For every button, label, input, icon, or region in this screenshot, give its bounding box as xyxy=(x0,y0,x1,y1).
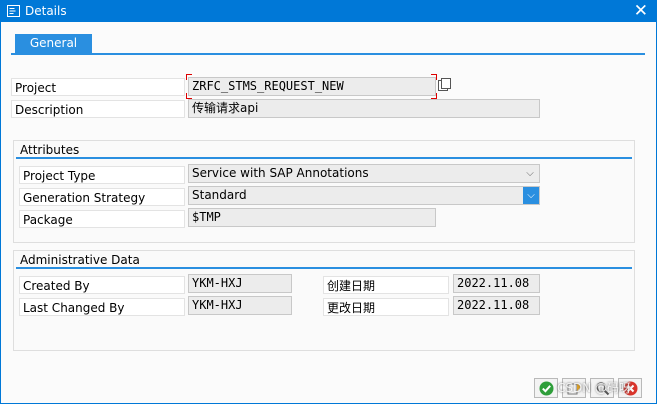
project-type-dropdown[interactable]: Service with SAP Annotations xyxy=(188,164,540,183)
description-field[interactable]: 传输请求api xyxy=(188,99,540,118)
description-label: Description xyxy=(11,100,185,118)
value-help-icon[interactable] xyxy=(438,78,452,93)
changed-on-label: 更改日期 xyxy=(323,298,449,316)
last-changed-by-field[interactable]: YKM-HXJ xyxy=(188,296,292,315)
generation-strategy-value: Standard xyxy=(192,188,247,202)
details-dialog: Details ✕ General Project ZRFC_STMS_REQU… xyxy=(0,0,657,404)
chevron-down-icon[interactable]: ⌵ xyxy=(522,165,538,182)
package-field[interactable]: $TMP xyxy=(188,208,436,227)
focus-corner-tr xyxy=(431,74,437,80)
changed-on-field[interactable]: 2022.11.08 xyxy=(453,296,540,315)
chevron-down-icon[interactable]: ⌵ xyxy=(523,187,539,204)
close-icon[interactable]: ✕ xyxy=(634,2,648,21)
tab-general[interactable]: General xyxy=(15,34,92,53)
last-changed-by-label: Last Changed By xyxy=(19,298,185,316)
created-on-label: 创建日期 xyxy=(323,276,449,294)
csdn-watermark: CSDN @码呀 xyxy=(557,381,632,395)
ok-button[interactable] xyxy=(534,378,558,398)
admin-group-title: Administrative Data xyxy=(20,253,140,267)
tab-underline xyxy=(11,53,645,55)
attributes-group-title: Attributes xyxy=(20,143,80,157)
admin-group-rule xyxy=(16,267,632,269)
dialog-body: General Project ZRFC_STMS_REQUEST_NEW De… xyxy=(1,22,656,403)
tab-strip: General xyxy=(1,32,656,55)
created-on-field[interactable]: 2022.11.08 xyxy=(453,274,540,293)
focus-corner-tl xyxy=(186,74,192,80)
generation-strategy-label: Generation Strategy xyxy=(19,188,185,206)
created-by-label: Created By xyxy=(19,276,185,294)
generation-strategy-dropdown[interactable]: Standard xyxy=(188,186,540,205)
project-label: Project xyxy=(11,78,185,96)
created-by-field[interactable]: YKM-HXJ xyxy=(188,274,292,293)
package-label: Package xyxy=(19,210,185,228)
window-title: Details xyxy=(25,4,67,18)
project-type-label: Project Type xyxy=(19,166,185,184)
title-bar: Details ✕ xyxy=(1,1,656,22)
project-field[interactable]: ZRFC_STMS_REQUEST_NEW xyxy=(188,77,436,96)
details-window-icon xyxy=(7,5,20,17)
project-type-value: Service with SAP Annotations xyxy=(192,166,369,180)
attributes-group-rule xyxy=(16,157,632,159)
